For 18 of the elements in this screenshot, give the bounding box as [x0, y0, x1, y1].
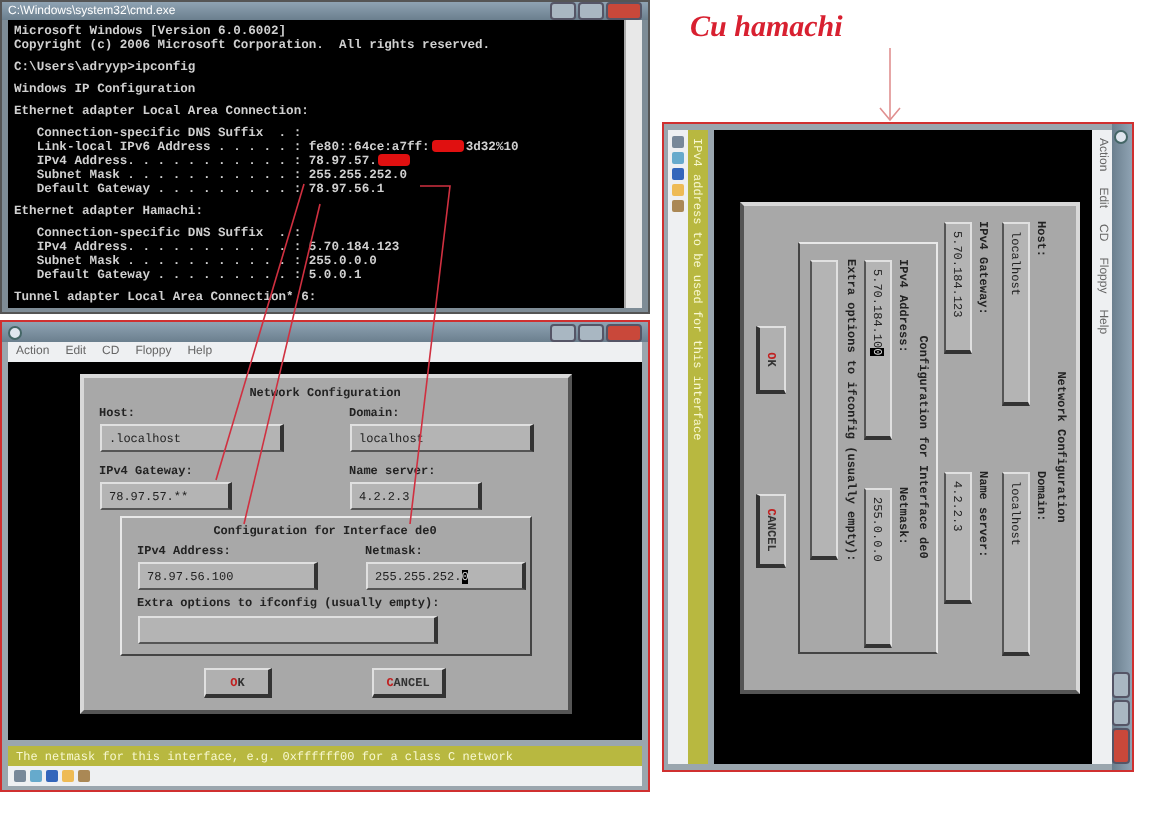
minimize-button[interactable] — [550, 2, 576, 20]
scrollbar[interactable] — [624, 20, 642, 308]
app-icon — [8, 325, 22, 339]
arrow-icon — [879, 47, 901, 122]
close-button[interactable] — [606, 323, 642, 341]
minimize-button[interactable] — [1113, 672, 1131, 698]
input-field[interactable] — [810, 259, 838, 559]
maximize-button[interactable] — [578, 323, 604, 341]
close-button[interactable] — [1113, 728, 1131, 764]
minimize-button[interactable] — [550, 323, 576, 341]
close-button[interactable] — [606, 2, 642, 20]
input-field[interactable] — [137, 616, 437, 644]
maximize-button[interactable] — [578, 2, 604, 20]
heading: Cu hamachi — [690, 12, 845, 46]
maximize-button[interactable] — [1113, 700, 1131, 726]
app-icon — [1115, 130, 1129, 144]
redaction-mark — [431, 140, 464, 152]
redaction-mark — [378, 154, 411, 166]
